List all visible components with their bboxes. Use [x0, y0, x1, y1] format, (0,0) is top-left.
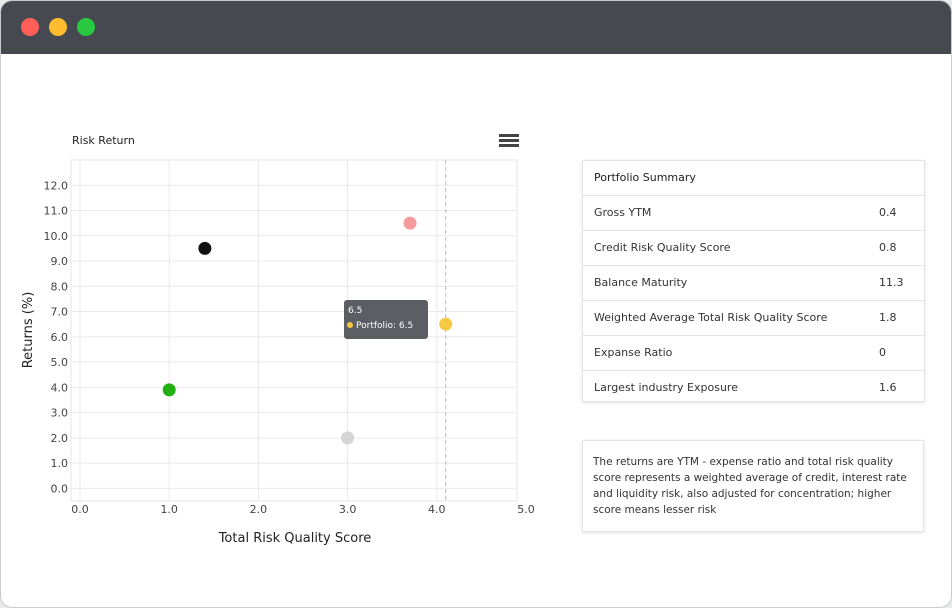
- x-tick-label: 0.0: [71, 503, 89, 516]
- y-tick-label: 8.0: [51, 280, 69, 293]
- y-tick-label: 6.0: [51, 331, 69, 344]
- tooltip-series-dot: [347, 322, 353, 328]
- data-point: [162, 383, 176, 397]
- summary-row-label: Gross YTM: [594, 206, 652, 219]
- y-tick-label: 7.0: [51, 306, 69, 319]
- y-axis-label: Returns (%): [21, 292, 36, 369]
- y-tick-label: 1.0: [51, 457, 69, 470]
- summary-row-value: 0.8: [879, 241, 897, 254]
- plot-area: [70, 159, 518, 502]
- summary-row-label: Credit Risk Quality Score: [594, 241, 731, 254]
- summary-row: Expanse Ratio 0: [583, 336, 924, 371]
- x-tick-label: 2.0: [250, 503, 268, 516]
- x-axis-label: Total Risk Quality Score: [218, 531, 372, 546]
- y-tick-label: 3.0: [51, 407, 69, 420]
- tooltip-title: 6.5: [348, 306, 363, 316]
- data-point: [403, 216, 417, 230]
- summary-row: Gross YTM 0.4: [583, 196, 924, 231]
- y-tick-label: 11.0: [44, 205, 69, 218]
- methodology-note-text: The returns are YTM - expense ratio and …: [593, 456, 907, 516]
- y-tick-label: 12.0: [44, 179, 69, 192]
- summary-row-label: Expanse Ratio: [594, 346, 673, 359]
- summary-row-label: Weighted Average Total Risk Quality Scor…: [594, 311, 828, 324]
- x-tick-label: 4.0: [428, 503, 446, 516]
- summary-row-value: 0.4: [879, 206, 897, 219]
- y-tick-label: 2.0: [51, 432, 69, 445]
- x-tick-label: 5.0: [517, 503, 535, 516]
- y-tick-label: 4.0: [51, 381, 69, 394]
- methodology-note-card: The returns are YTM - expense ratio and …: [582, 440, 924, 532]
- data-point: [198, 241, 212, 255]
- y-tick-label: 5.0: [51, 356, 69, 369]
- summary-row-value: 0: [879, 346, 886, 359]
- tooltip-row: Portfolio: 6.5: [347, 321, 413, 331]
- summary-heading: Portfolio Summary: [583, 161, 924, 196]
- data-point: [341, 431, 355, 445]
- y-tick-label: 10.0: [44, 230, 69, 243]
- summary-row-label: Largest industry Exposure: [594, 381, 738, 394]
- summary-row: Balance Maturity 11.3: [583, 266, 924, 301]
- tooltip-label: Portfolio: 6.5: [356, 321, 414, 331]
- data-point: [439, 317, 453, 331]
- y-tick-label: 9.0: [51, 255, 69, 268]
- summary-row-label: Balance Maturity: [594, 276, 688, 289]
- chart-tooltip: 6.5 Portfolio: 6.5: [344, 300, 428, 339]
- summary-row: Weighted Average Total Risk Quality Scor…: [583, 301, 924, 336]
- x-tick-label: 3.0: [339, 503, 357, 516]
- summary-row-value: 11.3: [879, 276, 904, 289]
- portfolio-summary-card: Portfolio Summary Gross YTM 0.4 Credit Ri…: [582, 160, 925, 402]
- summary-row: Largest industry Exposure 1.6: [583, 371, 924, 405]
- app-window: Risk Return 0.0 1.0 2.0 3.0 4.0 5.0 6.0 7.0 8.0 9…: [0, 0, 952, 608]
- summary-row-value: 1.8: [879, 311, 897, 324]
- summary-row-value: 1.6: [879, 381, 897, 394]
- summary-row: Credit Risk Quality Score 0.8: [583, 231, 924, 266]
- y-tick-label: 0.0: [51, 482, 69, 495]
- x-tick-label: 1.0: [160, 503, 178, 516]
